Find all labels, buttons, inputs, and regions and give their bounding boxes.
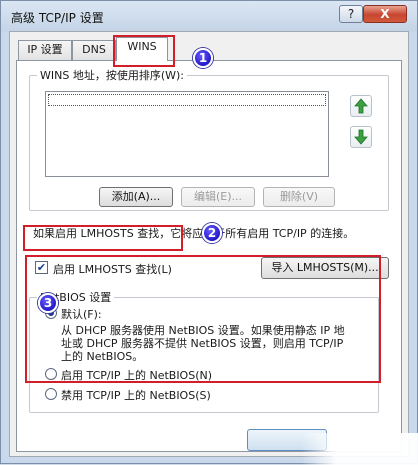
tab-dns[interactable]: DNS bbox=[72, 40, 116, 60]
annotation-badge-2: 2 bbox=[202, 223, 222, 243]
annotation-badge-1: 1 bbox=[193, 48, 213, 68]
annotation-badge-3: 3 bbox=[38, 293, 58, 313]
window-title: 高级 TCP/IP 设置 bbox=[11, 11, 104, 25]
highlight-lmhosts-checkbox bbox=[23, 225, 183, 251]
arrow-down-icon bbox=[354, 129, 368, 145]
tab-ip-settings[interactable]: IP 设置 bbox=[18, 40, 72, 60]
highlight-netbios-group bbox=[25, 255, 381, 383]
close-button[interactable]: X bbox=[363, 5, 407, 23]
add-button[interactable]: 添加(A)... bbox=[99, 187, 173, 207]
help-button[interactable]: ? bbox=[339, 5, 363, 23]
edit-button[interactable]: 编辑(E)... bbox=[181, 187, 255, 207]
netbios-disable-label[interactable]: 禁用 TCP/IP 上的 NetBIOS(S) bbox=[61, 387, 211, 403]
list-focus-row bbox=[48, 94, 326, 106]
wins-group-label: WINS 地址，按使用排序(W): bbox=[37, 67, 187, 83]
move-up-button[interactable] bbox=[350, 95, 372, 117]
tab-wins[interactable]: WINS bbox=[116, 37, 168, 61]
dialog-window: 高级 TCP/IP 设置 ? X IP 设置 DNS WINS WINS 地址，… bbox=[0, 0, 418, 465]
delete-button[interactable]: 删除(V) bbox=[263, 187, 335, 207]
arrow-up-icon bbox=[354, 98, 368, 114]
watermark-overlay bbox=[301, 433, 418, 465]
move-down-button[interactable] bbox=[350, 126, 372, 148]
netbios-disable-radio[interactable] bbox=[45, 388, 57, 400]
wins-address-list[interactable] bbox=[45, 91, 329, 177]
title-bar: 高级 TCP/IP 设置 ? X bbox=[1, 1, 417, 31]
